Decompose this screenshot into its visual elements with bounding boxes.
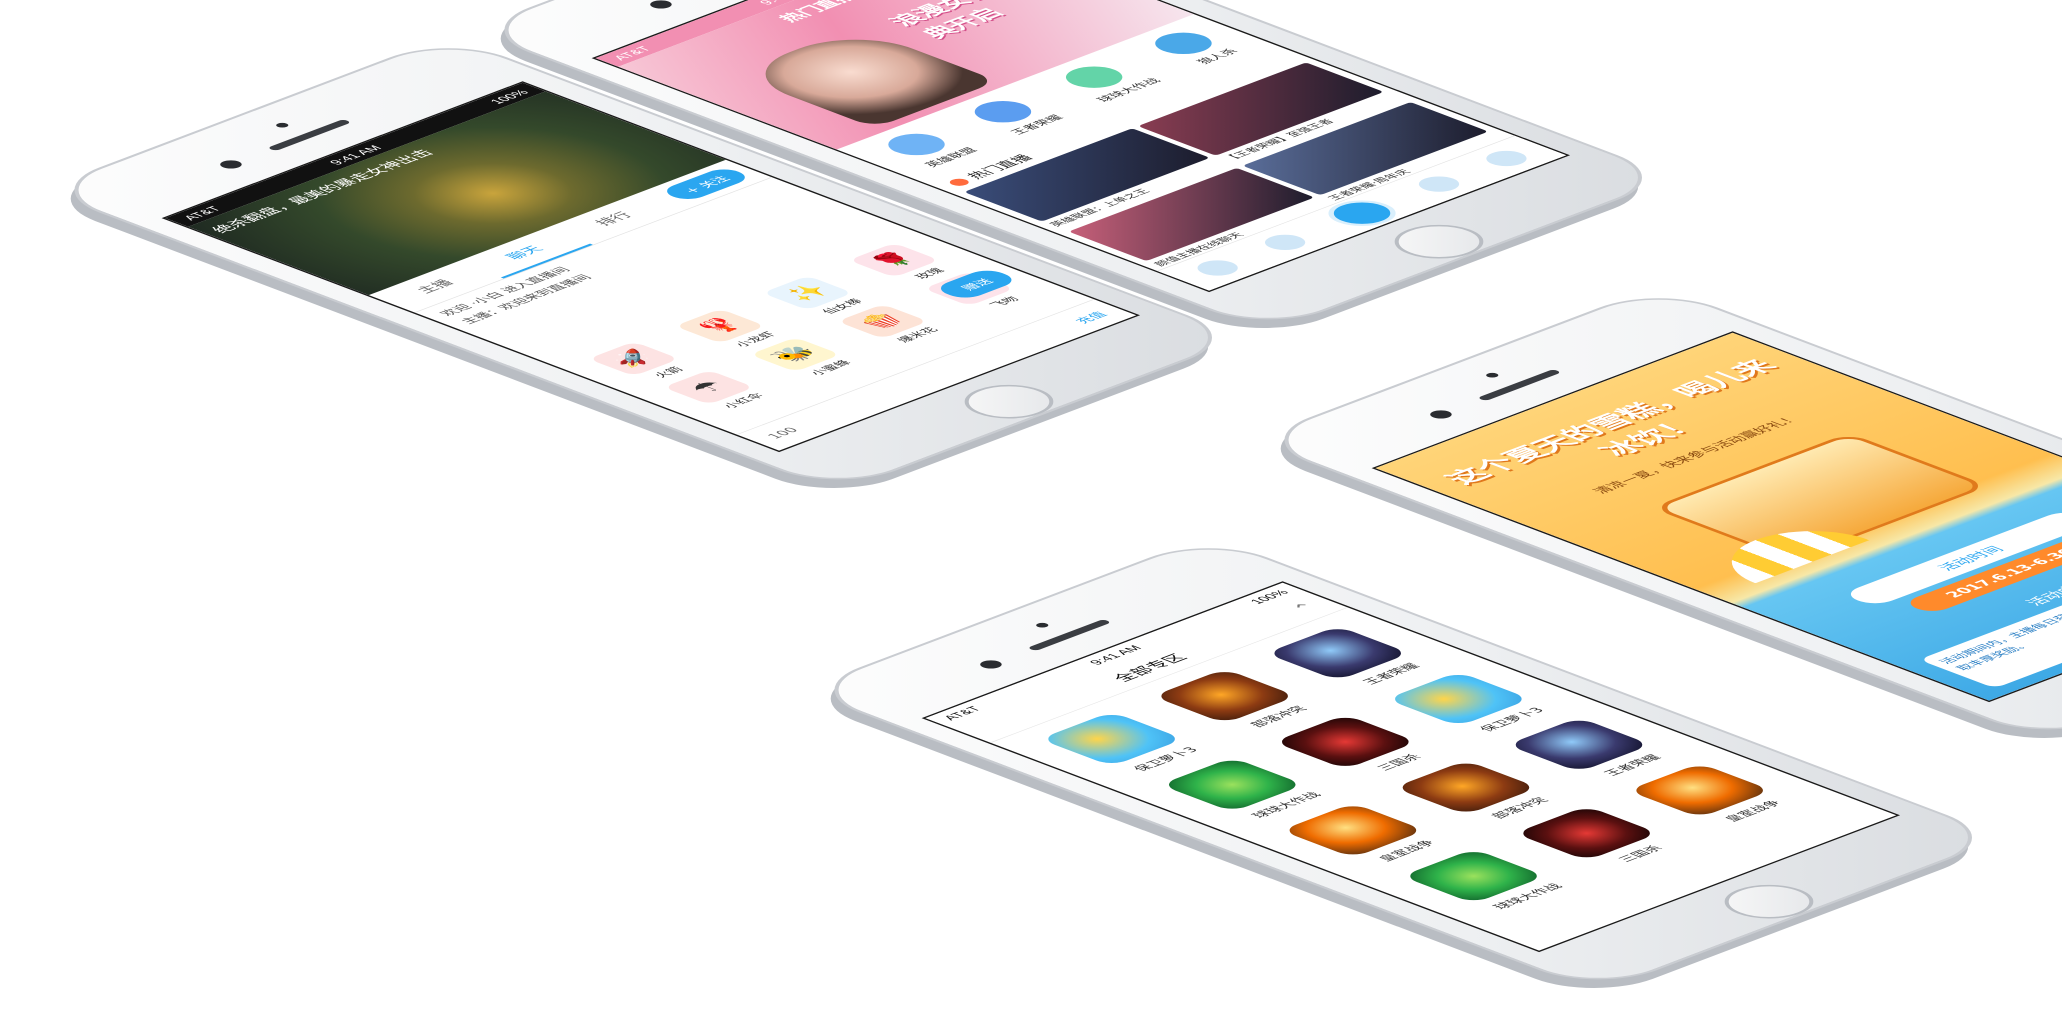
recharge-link[interactable]: 充值 [1068,309,1111,325]
message-tab-icon[interactable] [1410,173,1468,195]
banner-text: 浪漫女神 盛典开启 [883,0,1032,42]
front-camera [645,0,677,11]
discover-tab-icon[interactable] [1256,231,1314,254]
front-camera [975,658,1007,671]
category-item[interactable]: 狼人杀 [1143,28,1245,67]
chevron-up-icon[interactable]: ⌃ [1286,600,1325,615]
category-item[interactable]: 王者荣耀 [960,96,1067,137]
front-sensor [273,121,291,129]
category-item[interactable]: 球球大作战 [1046,59,1165,104]
profile-tab-icon[interactable] [1478,147,1536,170]
front-camera [1425,408,1457,421]
home-button[interactable] [1376,217,1502,266]
front-camera [215,158,247,171]
home-tab-icon[interactable] [1188,257,1246,279]
home-button[interactable] [946,377,1072,426]
front-sensor [1483,371,1501,379]
video-title: 绝杀翻盘，最美的暴走女神出击 [207,147,439,235]
home-button[interactable] [1706,877,1832,926]
front-sensor [1033,621,1051,629]
coin-balance: 100 [764,426,803,441]
category-item[interactable]: 英雄联盟 [874,128,981,169]
fire-icon [945,177,973,188]
